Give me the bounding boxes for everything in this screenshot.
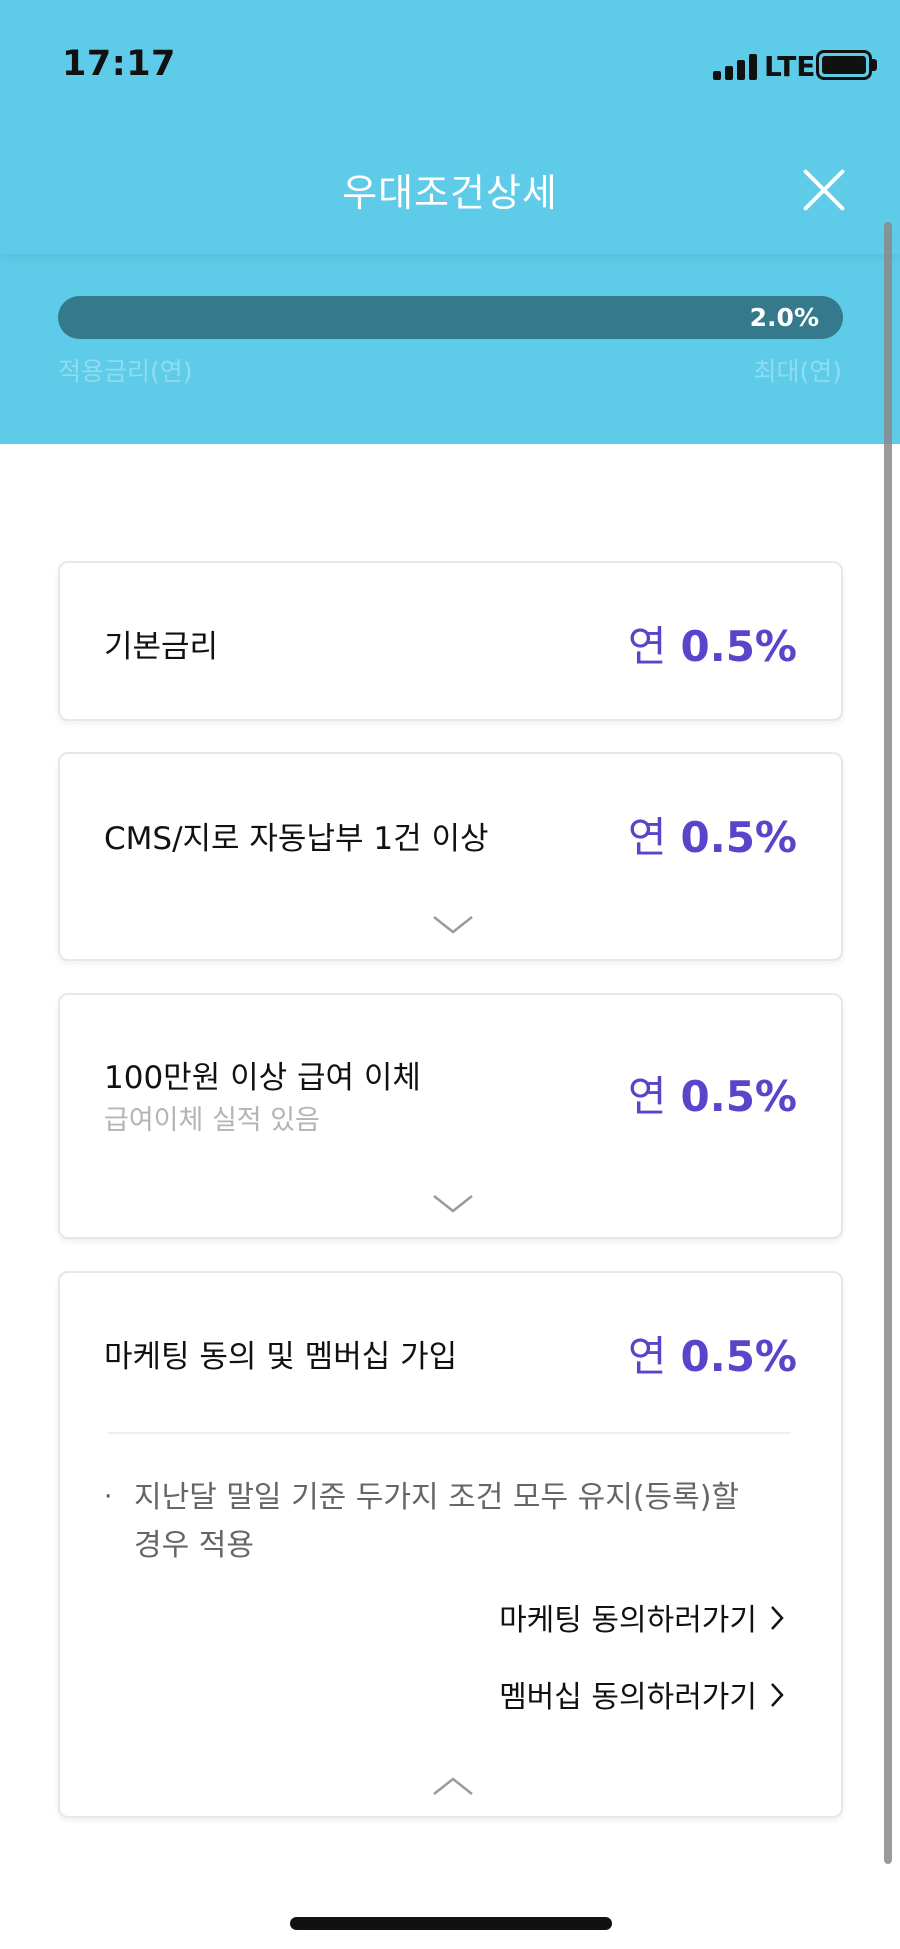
rate-prefix: 연	[627, 1072, 667, 1121]
note-bullet: ·	[104, 1482, 113, 1512]
rate-value: 0.5%	[680, 1072, 797, 1121]
chevron-up-icon[interactable]	[432, 1775, 474, 1797]
battery-icon	[816, 50, 872, 80]
nav-bar: 우대조건상세	[0, 130, 900, 254]
rate-progress-fill	[58, 296, 843, 339]
chevron-down-icon[interactable]	[432, 914, 474, 936]
rate-prefix: 연	[627, 1332, 667, 1381]
membership-consent-link[interactable]: 멤버십 동의하러가기	[499, 1672, 785, 1717]
rate-prefix: 연	[627, 622, 667, 671]
scrollbar[interactable]	[884, 222, 892, 1864]
card-rate: 연 0.5%	[628, 804, 797, 865]
battery-tip	[872, 59, 877, 71]
chevron-right-icon	[769, 1681, 785, 1717]
link-label: 마케팅 동의하러가기	[499, 1603, 757, 1638]
card-title: 기본금리	[104, 629, 219, 665]
card-rate: 연 0.5%	[628, 1063, 797, 1124]
link-label: 멤버십 동의하러가기	[499, 1680, 757, 1715]
screen: 17:17 LTE 우대조건상세 2.0% 적용금리(연) 최대(연) 기본금리…	[0, 0, 900, 1949]
marketing-consent-link[interactable]: 마케팅 동의하러가기	[499, 1595, 785, 1640]
rate-value: 0.5%	[680, 622, 797, 671]
card-base-rate: 기본금리 연 0.5%	[58, 561, 843, 721]
card-rate: 연 0.5%	[628, 1323, 797, 1384]
chevron-down-icon[interactable]	[432, 1193, 474, 1215]
status-time: 17:17	[62, 44, 176, 84]
status-bar: 17:17 LTE	[0, 0, 900, 130]
rate-prefix: 연	[627, 813, 667, 862]
home-indicator[interactable]	[290, 1917, 612, 1930]
rate-value: 0.5%	[680, 1332, 797, 1381]
card-title: CMS/지로 자동납부 1건 이상	[104, 821, 489, 857]
chevron-right-icon	[769, 1604, 785, 1640]
rate-value: 0.5%	[680, 813, 797, 862]
card-marketing-membership[interactable]: 마케팅 동의 및 멤버십 가입 연 0.5% · 지난달 말일 기준 두가지 조건…	[58, 1271, 843, 1818]
card-title: 마케팅 동의 및 멤버십 가입	[104, 1339, 458, 1375]
cellular-signal-icon	[713, 54, 757, 80]
card-cms-autopay[interactable]: CMS/지로 자동납부 1건 이상 연 0.5%	[58, 752, 843, 961]
applied-rate-label: 적용금리(연)	[58, 357, 193, 386]
condition-note: 지난달 말일 기준 두가지 조건 모두 유지(등록)할 경우 적용	[134, 1480, 740, 1563]
card-rate: 연 0.5%	[628, 613, 797, 674]
card-title: 100만원 이상 급여 이체	[104, 1060, 421, 1096]
card-subtitle: 급여이체 실적 있음	[104, 1105, 320, 1136]
network-type: LTE	[764, 50, 816, 83]
page-title: 우대조건상세	[342, 171, 558, 215]
card-salary-transfer[interactable]: 100만원 이상 급여 이체 급여이체 실적 있음 연 0.5%	[58, 993, 843, 1239]
rate-progress-bar: 2.0%	[58, 296, 843, 339]
close-icon[interactable]	[800, 166, 848, 214]
rate-progress-value: 2.0%	[749, 303, 819, 332]
max-rate-label: 최대(연)	[753, 357, 842, 386]
divider	[108, 1432, 791, 1434]
header-area: 17:17 LTE 우대조건상세 2.0% 적용금리(연) 최대(연)	[0, 0, 900, 444]
